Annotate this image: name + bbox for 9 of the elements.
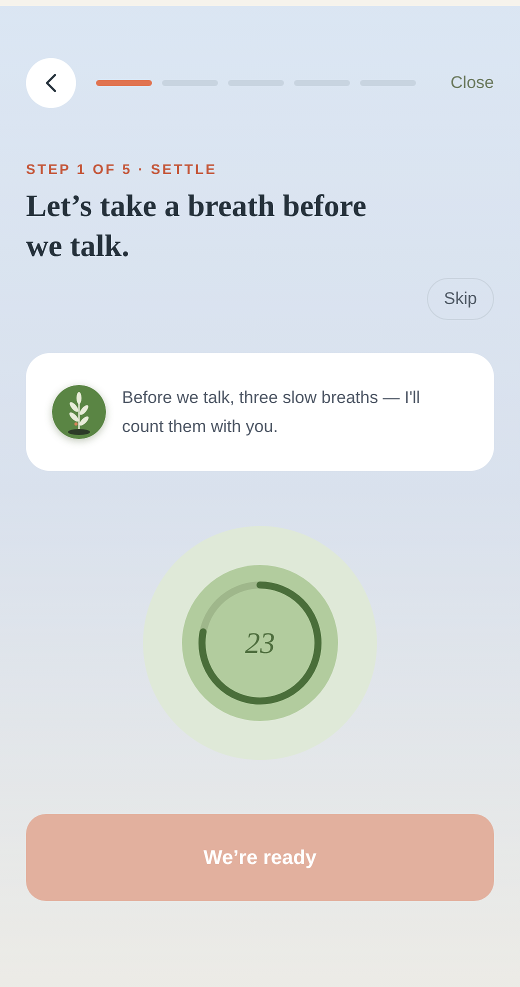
close-button[interactable]: Close bbox=[450, 70, 494, 96]
heading: Let’s take a breath before we talk. bbox=[26, 187, 368, 265]
plant-avatar-icon bbox=[52, 385, 106, 439]
back-button[interactable] bbox=[26, 58, 76, 108]
step-label: STEP 1 OF 5 · SETTLE bbox=[26, 160, 218, 178]
skip-button[interactable]: Skip bbox=[426, 278, 494, 320]
countdown-number: 23 bbox=[245, 626, 275, 662]
back-icon bbox=[45, 73, 57, 93]
message-text: Before we talk, three slow breaths — I'll count them with you. bbox=[122, 387, 422, 438]
